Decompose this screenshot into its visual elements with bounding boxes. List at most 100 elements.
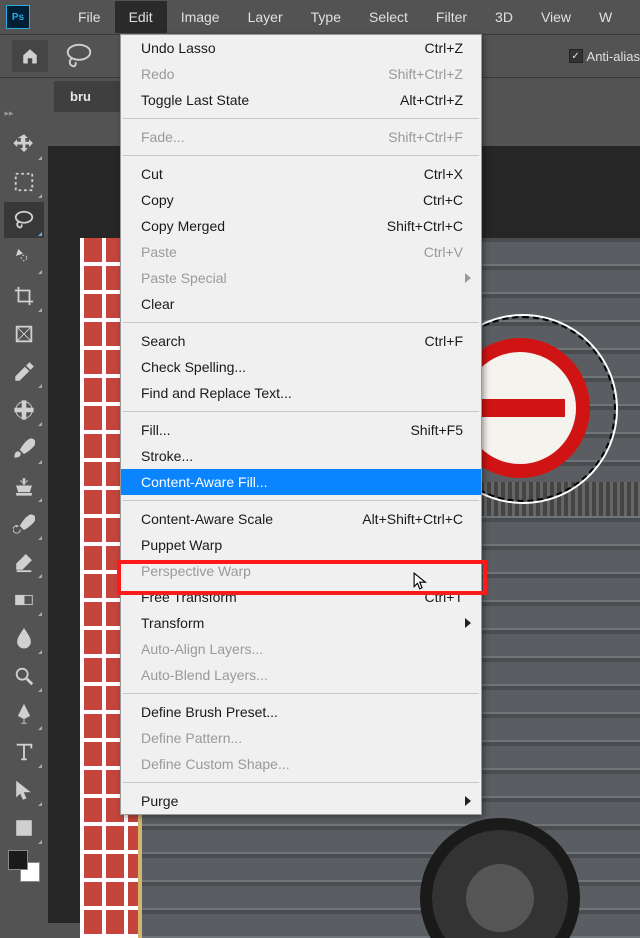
- menu-item-define-custom-shape: Define Custom Shape...: [121, 751, 481, 777]
- menu-item-toggle-last-state[interactable]: Toggle Last StateAlt+Ctrl+Z: [121, 87, 481, 113]
- history-brush-tool[interactable]: [4, 506, 44, 542]
- healing-brush-tool-icon: [13, 399, 35, 421]
- path-select-tool-icon: [13, 779, 35, 801]
- menu-image[interactable]: Image: [167, 1, 234, 33]
- menu-item-fill[interactable]: Fill... Shift+F5: [121, 417, 481, 443]
- menu-item-copy-merged[interactable]: Copy Merged Shift+Ctrl+C: [121, 213, 481, 239]
- move-tool[interactable]: [4, 126, 44, 162]
- menu-item-auto-align-layers: Auto-Align Layers...: [121, 636, 481, 662]
- menuitem-shortcut: Ctrl+Z: [425, 40, 464, 56]
- tool-flyout-indicator-icon: [38, 688, 42, 692]
- history-brush-tool-icon: [13, 513, 35, 535]
- menu-item-paste: PasteCtrl+V: [121, 239, 481, 265]
- menuitem-label: Paste: [141, 244, 177, 260]
- blur-tool-icon: [13, 627, 35, 649]
- color-swatches[interactable]: [8, 850, 40, 882]
- eyedropper-tool[interactable]: [4, 354, 44, 390]
- menuitem-shortcut: Shift+Ctrl+C: [387, 218, 463, 234]
- lasso-tool[interactable]: [4, 202, 44, 238]
- path-select-tool[interactable]: [4, 772, 44, 808]
- app-logo[interactable]: Ps: [6, 5, 30, 29]
- menuitem-label: Define Pattern...: [141, 730, 242, 746]
- eraser-tool-icon: [13, 551, 35, 573]
- menuitem-label: Perspective Warp: [141, 563, 251, 579]
- menu-type[interactable]: Type: [297, 1, 355, 33]
- menu-edit[interactable]: Edit: [115, 1, 167, 33]
- anti-alias-checkbox[interactable]: ✓ Anti-alias: [569, 49, 640, 64]
- menu-separator: [123, 782, 479, 783]
- frame-tool[interactable]: [4, 316, 44, 352]
- menu-w[interactable]: W: [585, 1, 626, 33]
- menu-item-free-transform[interactable]: Free TransformCtrl+T: [121, 584, 481, 610]
- home-button[interactable]: [12, 40, 48, 72]
- menu-file[interactable]: File: [64, 1, 115, 33]
- menuitem-label: Copy: [141, 192, 174, 208]
- crop-tool-icon: [13, 285, 35, 307]
- tool-flyout-indicator-icon: [38, 460, 42, 464]
- eraser-tool[interactable]: [4, 544, 44, 580]
- menu-separator: [123, 693, 479, 694]
- menu-item-undo-lasso[interactable]: Undo LassoCtrl+Z: [121, 35, 481, 61]
- gradient-tool[interactable]: [4, 582, 44, 618]
- shape-tool[interactable]: [4, 810, 44, 846]
- menuitem-label: Define Brush Preset...: [141, 704, 278, 720]
- dodge-tool[interactable]: [4, 658, 44, 694]
- tool-flyout-indicator-icon: [38, 194, 42, 198]
- menuitem-shortcut: Alt+Shift+Ctrl+C: [362, 511, 463, 527]
- menu-item-content-aware-scale[interactable]: Content-Aware Scale Alt+Shift+Ctrl+C: [121, 506, 481, 532]
- pen-tool[interactable]: [4, 696, 44, 732]
- submenu-arrow-icon: [465, 618, 471, 628]
- type-tool[interactable]: [4, 734, 44, 770]
- menu-item-redo: Redo Shift+Ctrl+Z: [121, 61, 481, 87]
- submenu-arrow-icon: [465, 273, 471, 283]
- menuitem-label: Clear: [141, 296, 174, 312]
- tool-flyout-indicator-icon: [38, 270, 42, 274]
- menu-item-content-aware-fill[interactable]: Content-Aware Fill...: [121, 469, 481, 495]
- menuitem-label: Purge: [141, 793, 178, 809]
- tool-flyout-indicator-icon: [38, 840, 42, 844]
- crop-tool[interactable]: [4, 278, 44, 314]
- clone-stamp-tool[interactable]: [4, 468, 44, 504]
- menuitem-label: Stroke...: [141, 448, 193, 464]
- menu-3d[interactable]: 3D: [481, 1, 527, 33]
- menu-separator: [123, 500, 479, 501]
- blur-tool[interactable]: [4, 620, 44, 656]
- menu-item-purge[interactable]: Purge: [121, 788, 481, 814]
- menuitem-shortcut: Ctrl+T: [425, 589, 464, 605]
- foreground-color-swatch[interactable]: [8, 850, 28, 870]
- marquee-tool[interactable]: [4, 164, 44, 200]
- menu-layer[interactable]: Layer: [234, 1, 297, 33]
- tool-flyout-indicator-icon: [38, 384, 42, 388]
- brush-tool[interactable]: [4, 430, 44, 466]
- menuitem-shortcut: Shift+F5: [410, 422, 463, 438]
- menu-item-search[interactable]: SearchCtrl+F: [121, 328, 481, 354]
- menu-item-find-and-replace-text[interactable]: Find and Replace Text...: [121, 380, 481, 406]
- menuitem-label: Auto-Blend Layers...: [141, 667, 268, 683]
- menuitem-label: Redo: [141, 66, 174, 82]
- menu-view[interactable]: View: [527, 1, 585, 33]
- menu-item-check-spelling[interactable]: Check Spelling...: [121, 354, 481, 380]
- menu-item-transform[interactable]: Transform: [121, 610, 481, 636]
- menu-item-stroke[interactable]: Stroke...: [121, 443, 481, 469]
- menu-item-cut[interactable]: CutCtrl+X: [121, 161, 481, 187]
- quick-select-tool[interactable]: [4, 240, 44, 276]
- shape-tool-icon: [13, 817, 35, 839]
- menuitem-label: Content-Aware Fill...: [141, 474, 268, 490]
- menu-filter[interactable]: Filter: [422, 1, 481, 33]
- frame-tool-icon: [13, 323, 35, 345]
- menu-select[interactable]: Select: [355, 1, 422, 33]
- menu-item-puppet-warp[interactable]: Puppet Warp: [121, 532, 481, 558]
- tool-flyout-indicator-icon: [38, 232, 42, 236]
- menuitem-label: Content-Aware Scale: [141, 511, 273, 527]
- menuitem-label: Copy Merged: [141, 218, 225, 234]
- panel-expand-handle[interactable]: ▸▸: [0, 104, 18, 122]
- menu-item-define-brush-preset[interactable]: Define Brush Preset...: [121, 699, 481, 725]
- menuitem-shortcut: Ctrl+C: [423, 192, 463, 208]
- menu-item-clear[interactable]: Clear: [121, 291, 481, 317]
- menuitem-shortcut: Shift+Ctrl+Z: [388, 66, 463, 82]
- menuitem-label: Fill...: [141, 422, 171, 438]
- tool-flyout-indicator-icon: [38, 498, 42, 502]
- lasso-icon: [64, 41, 94, 71]
- menu-item-copy[interactable]: Copy Ctrl+C: [121, 187, 481, 213]
- healing-brush-tool[interactable]: [4, 392, 44, 428]
